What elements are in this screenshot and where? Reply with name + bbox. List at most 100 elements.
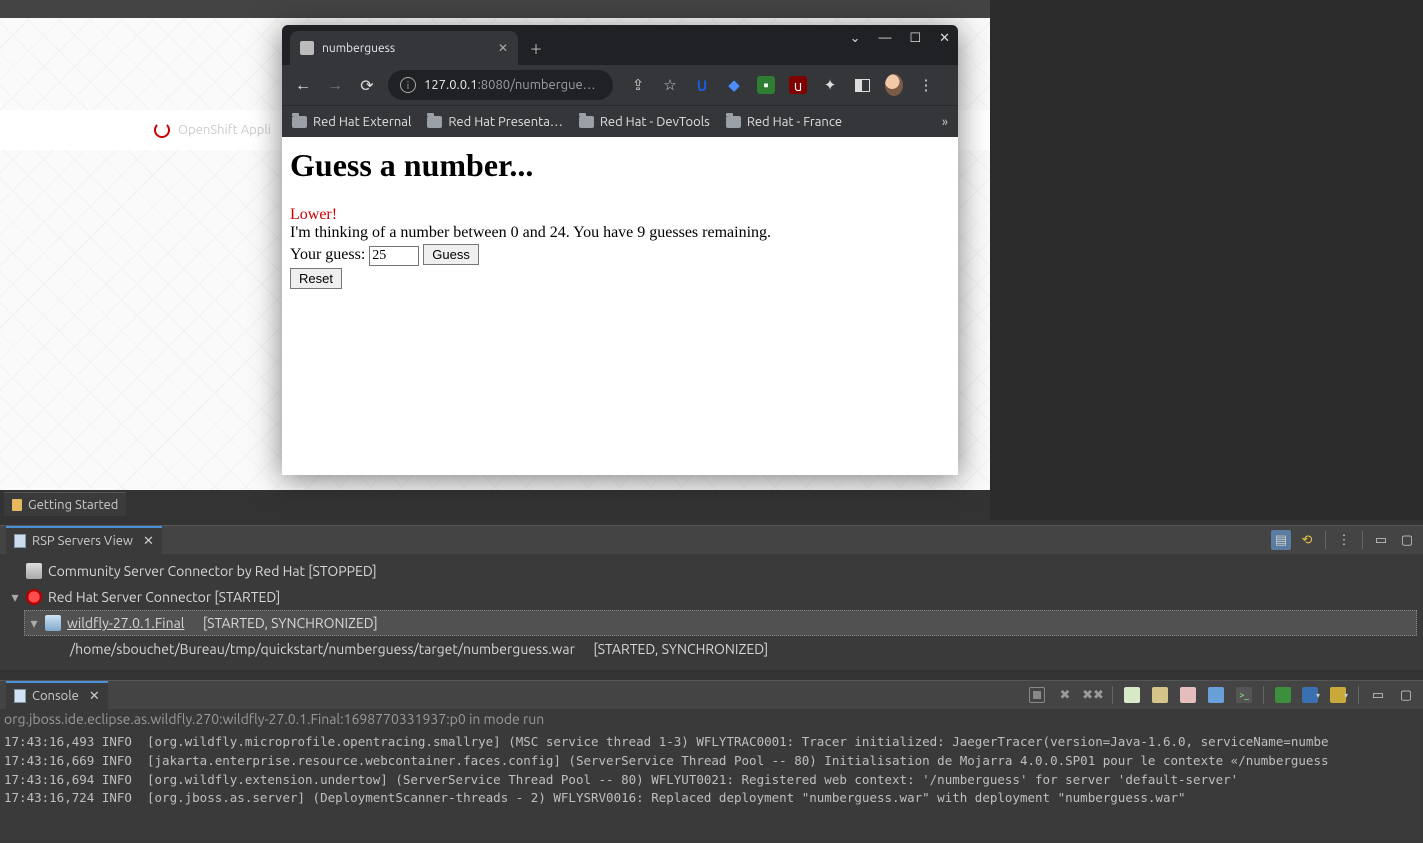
chrome-menu-icon[interactable]: ⋮ [917,76,935,94]
rsp-panel-tab[interactable]: RSP Servers View ✕ [6,526,162,554]
console-tab[interactable]: Console ✕ [6,681,108,709]
openshift-label: OpenShift Appli [178,123,271,137]
bookmark-star-icon[interactable]: ☆ [661,76,679,94]
guess-button[interactable]: Guess [423,244,479,265]
profile-avatar[interactable] [885,76,903,94]
editor-right-panel [990,0,1423,520]
reload-button[interactable]: ⟳ [356,74,378,96]
remove-launch-icon[interactable]: ✖ [1054,685,1076,705]
save-extension-icon[interactable]: ▪ [757,76,775,94]
close-window-button[interactable]: ✕ [939,31,950,46]
minimize-view-icon[interactable]: ▭ [1371,530,1391,550]
tabsearch-button[interactable]: ⌄ [850,31,861,46]
bitwarden-extension-icon[interactable]: U [693,76,711,94]
browser-tab[interactable]: numberguess ✕ [290,31,518,65]
bookmark-folder-presenta[interactable]: Red Hat Presenta… [427,115,562,129]
refresh-icon[interactable]: ⟲ [1297,530,1317,550]
maximize-view-icon[interactable]: ▢ [1395,685,1417,705]
servers-view-icon [14,534,26,548]
guess-input[interactable] [369,246,419,266]
scroll-lock-icon[interactable] [1149,685,1171,705]
open-console-icon[interactable] [1272,685,1294,705]
bookmark-folder-france[interactable]: Red Hat - France [726,115,842,129]
address-bar[interactable]: i 127.0.0.1:8080/numbergue… [388,70,613,100]
separator [1358,686,1359,704]
deployment-war[interactable]: /home/sbouchet/Bureau/tmp/quickstart/num… [66,636,1417,662]
page-heading: Guess a number... [290,147,950,184]
page-content: Guess a number... Lower! I'm thinking of… [282,137,958,475]
twisty-expanded-icon[interactable]: ▾ [10,589,20,606]
servers-tree: Community Server Connector by Red Hat [S… [0,554,1423,666]
redhat-icon [26,589,42,605]
bookmark-folder-devtools[interactable]: Red Hat - DevTools [579,115,710,129]
display-console-icon[interactable]: >_ [1233,685,1255,705]
folder-icon [427,116,442,128]
back-button[interactable]: ← [292,74,314,96]
favicon-icon [300,41,314,55]
minimize-button[interactable]: — [878,31,891,46]
editor-tab-label: Getting Started [28,498,118,512]
view-menu-icon[interactable]: ⋮ [1334,530,1354,550]
separator [1112,686,1113,704]
ublock-extension-icon[interactable]: u [789,76,807,94]
site-info-icon[interactable]: i [400,77,416,93]
rsp-panel-toolbar: ▤ ⟲ ⋮ ▭ ▢ [1271,530,1417,550]
separator [1325,531,1326,549]
server-icon [26,563,42,579]
link-with-editor-icon[interactable]: ▤ [1271,530,1291,550]
clear-console-icon[interactable] [1121,685,1143,705]
rsp-panel-titlebar: RSP Servers View ✕ ▤ ⟲ ⋮ ▭ ▢ [0,526,1423,554]
browser-tabstrip: numberguess ✕ ＋ ⌄ — ☐ ✕ [282,25,958,65]
tab-close-icon[interactable]: ✕ [498,41,508,55]
maximize-button[interactable]: ☐ [909,31,921,46]
server-redhat[interactable]: ▾ Red Hat Server Connector [STARTED] [6,584,1417,610]
browser-window: numberguess ✕ ＋ ⌄ — ☐ ✕ ← → ⟳ i 127.0.0.… [282,25,958,475]
console-titlebar: Console ✕ ✖ ✖✖ >_ ▾ ▾ ▭ ▢ [0,681,1423,709]
folder-icon [579,116,594,128]
editor-tab-getting-started[interactable]: Getting Started [4,492,126,516]
separator [1362,531,1363,549]
loading-spinner-icon [154,122,170,138]
share-icon[interactable]: ⇪ [629,76,647,94]
forward-button[interactable]: → [324,74,346,96]
server-community[interactable]: Community Server Connector by Red Hat [S… [6,558,1417,584]
diamond-extension-icon[interactable]: ◆ [725,76,743,94]
guess-label: Your guess: [290,246,369,263]
separator [1263,686,1264,704]
console-tab-label: Console [32,689,79,703]
toolbar-icons: ⇪ ☆ U ◆ ▪ u ✦ ⋮ [629,76,935,94]
reset-button[interactable]: Reset [290,268,342,289]
close-icon[interactable]: ✕ [143,534,154,549]
instruction-text: I'm thinking of a number between 0 and 2… [290,224,950,242]
url-rest: :8080/numbergue… [478,78,596,92]
extensions-icon[interactable]: ✦ [821,76,839,94]
folder-icon [726,116,741,128]
console-output[interactable]: 17:43:16,493 INFO [org.wildfly.microprof… [0,729,1423,814]
console-launch-header: org.jboss.ide.eclipse.as.wildfly.270:wil… [0,709,1423,729]
editor-topbar [0,0,990,18]
remove-all-icon[interactable]: ✖✖ [1082,685,1104,705]
rsp-servers-panel: RSP Servers View ✕ ▤ ⟲ ⋮ ▭ ▢ Community S… [0,525,1423,670]
pin-console-icon[interactable] [1205,685,1227,705]
twisty-expanded-icon[interactable]: ▾ [29,615,39,632]
close-icon[interactable]: ✕ [89,689,100,704]
console-icon [14,689,26,703]
new-console-yellow-icon[interactable]: ▾ [1328,685,1350,705]
bookmarks-bar: Red Hat External Red Hat Presenta… Red H… [282,105,958,137]
document-icon [12,499,22,511]
feedback-message: Lower! [290,206,950,224]
terminate-icon[interactable] [1026,685,1048,705]
console-panel: Console ✕ ✖ ✖✖ >_ ▾ ▾ ▭ ▢ org.jboss.ide.… [0,680,1423,843]
show-console-blue-icon[interactable]: ▾ [1300,685,1322,705]
minimize-view-icon[interactable]: ▭ [1367,685,1389,705]
server-wildfly[interactable]: ▾ wildfly-27.0.1.Final [STARTED, SYNCHRO… [24,610,1417,636]
browser-toolbar: ← → ⟳ i 127.0.0.1:8080/numbergue… ⇪ ☆ U … [282,65,958,105]
bookmark-folder-external[interactable]: Red Hat External [292,115,411,129]
maximize-view-icon[interactable]: ▢ [1397,530,1417,550]
sidepanel-icon[interactable] [853,76,871,94]
word-wrap-icon[interactable] [1177,685,1199,705]
new-tab-button[interactable]: ＋ [522,34,550,62]
window-controls: ⌄ — ☐ ✕ [850,31,950,46]
bookmarks-overflow-icon[interactable]: » [942,115,948,129]
tab-title: numberguess [322,42,395,55]
